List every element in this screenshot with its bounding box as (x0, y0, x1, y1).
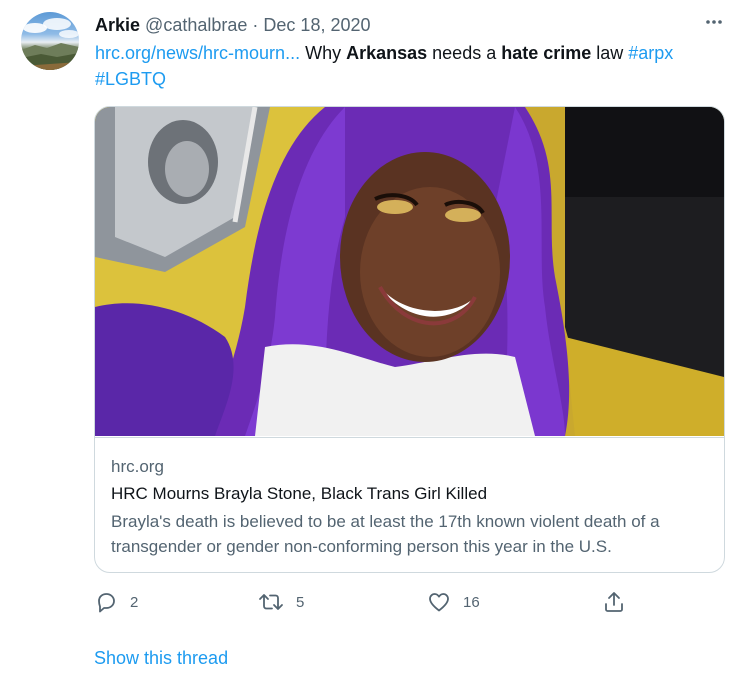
retweet-count: 5 (296, 593, 305, 611)
share-button[interactable] (602, 590, 626, 614)
more-button[interactable] (700, 10, 728, 38)
show-thread-link[interactable]: Show this thread (94, 648, 228, 669)
avatar[interactable] (21, 12, 79, 70)
tweet-actions: 2 5 16 (94, 590, 634, 616)
header-separator: · (252, 15, 259, 35)
card-image[interactable] (95, 107, 724, 436)
tweet-text-bold1: Arkansas (346, 43, 428, 63)
card-description: Brayla's death is believed to be at leas… (111, 512, 660, 556)
card-meta: hrc.org HRC Mourns Brayla Stone, Black T… (95, 437, 724, 572)
link-card[interactable]: hrc.org HRC Mourns Brayla Stone, Black T… (94, 106, 725, 573)
reply-icon (94, 590, 118, 614)
like-button[interactable]: 16 (427, 590, 480, 614)
author-handle[interactable]: @cathalbrae (145, 15, 247, 35)
tweet-text-bold2: hate crime (501, 43, 592, 63)
card-title: HRC Mourns Brayla Stone, Black Trans Gir… (111, 484, 488, 503)
tweet-text: hrc.org/news/hrc-mourn... Why Arkansas n… (95, 40, 715, 92)
heart-icon (427, 590, 451, 614)
like-count: 16 (463, 593, 480, 611)
tweet-text-part2: needs a (427, 43, 502, 63)
tweet-date[interactable]: Dec 18, 2020 (263, 15, 370, 35)
card-domain: hrc.org (111, 457, 164, 476)
share-icon (602, 590, 626, 614)
hashtag-arpx[interactable]: #arpx (628, 43, 673, 63)
tweet-text-part1: Why (300, 43, 347, 63)
author-name[interactable]: Arkie (95, 15, 140, 35)
more-icon (704, 12, 724, 37)
retweet-icon (258, 590, 284, 614)
reply-count: 2 (130, 593, 139, 611)
tweet-header: Arkie @cathalbrae · Dec 18, 2020 (95, 14, 371, 36)
reply-button[interactable]: 2 (94, 590, 138, 614)
tweet-link[interactable]: hrc.org/news/hrc-mourn... (95, 43, 300, 63)
tweet-text-part3: law (591, 43, 629, 63)
retweet-button[interactable]: 5 (258, 590, 304, 614)
hashtag-lgbtq[interactable]: #LGBTQ (95, 69, 166, 89)
